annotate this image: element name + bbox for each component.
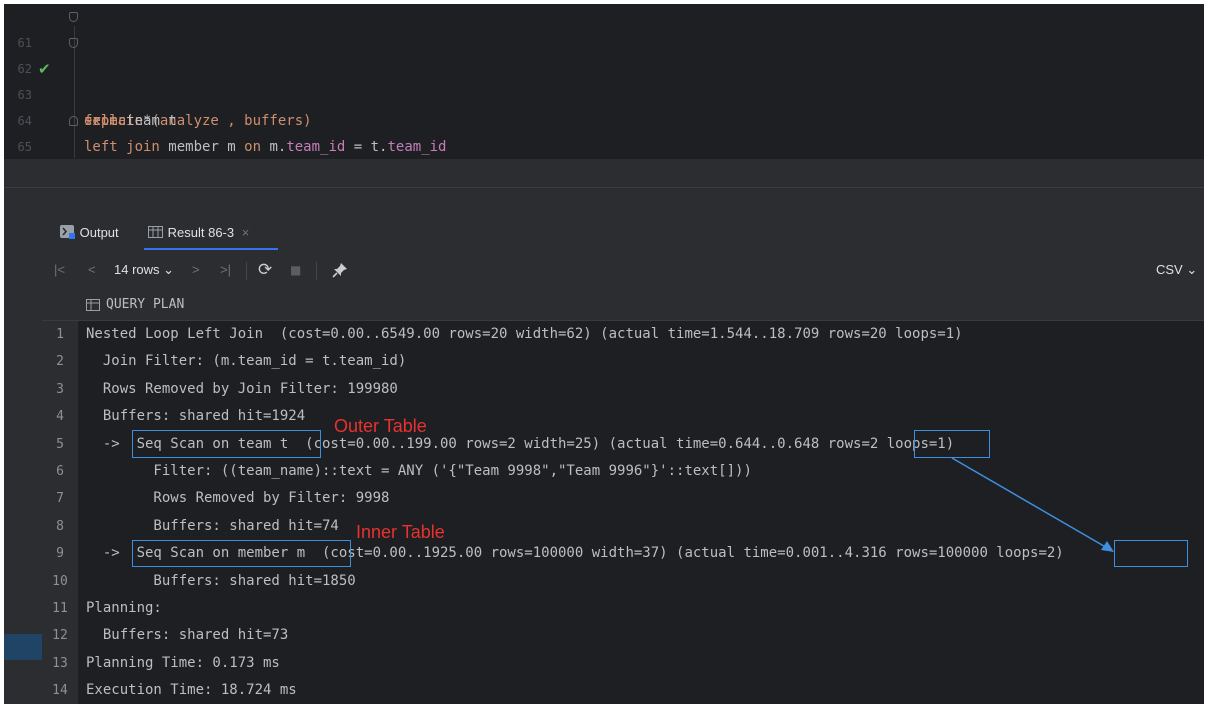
arrow-icon: [951, 457, 1114, 552]
ide-window: 61 ✔ explain (analyze , buffers) 62 sele…: [4, 4, 1204, 704]
